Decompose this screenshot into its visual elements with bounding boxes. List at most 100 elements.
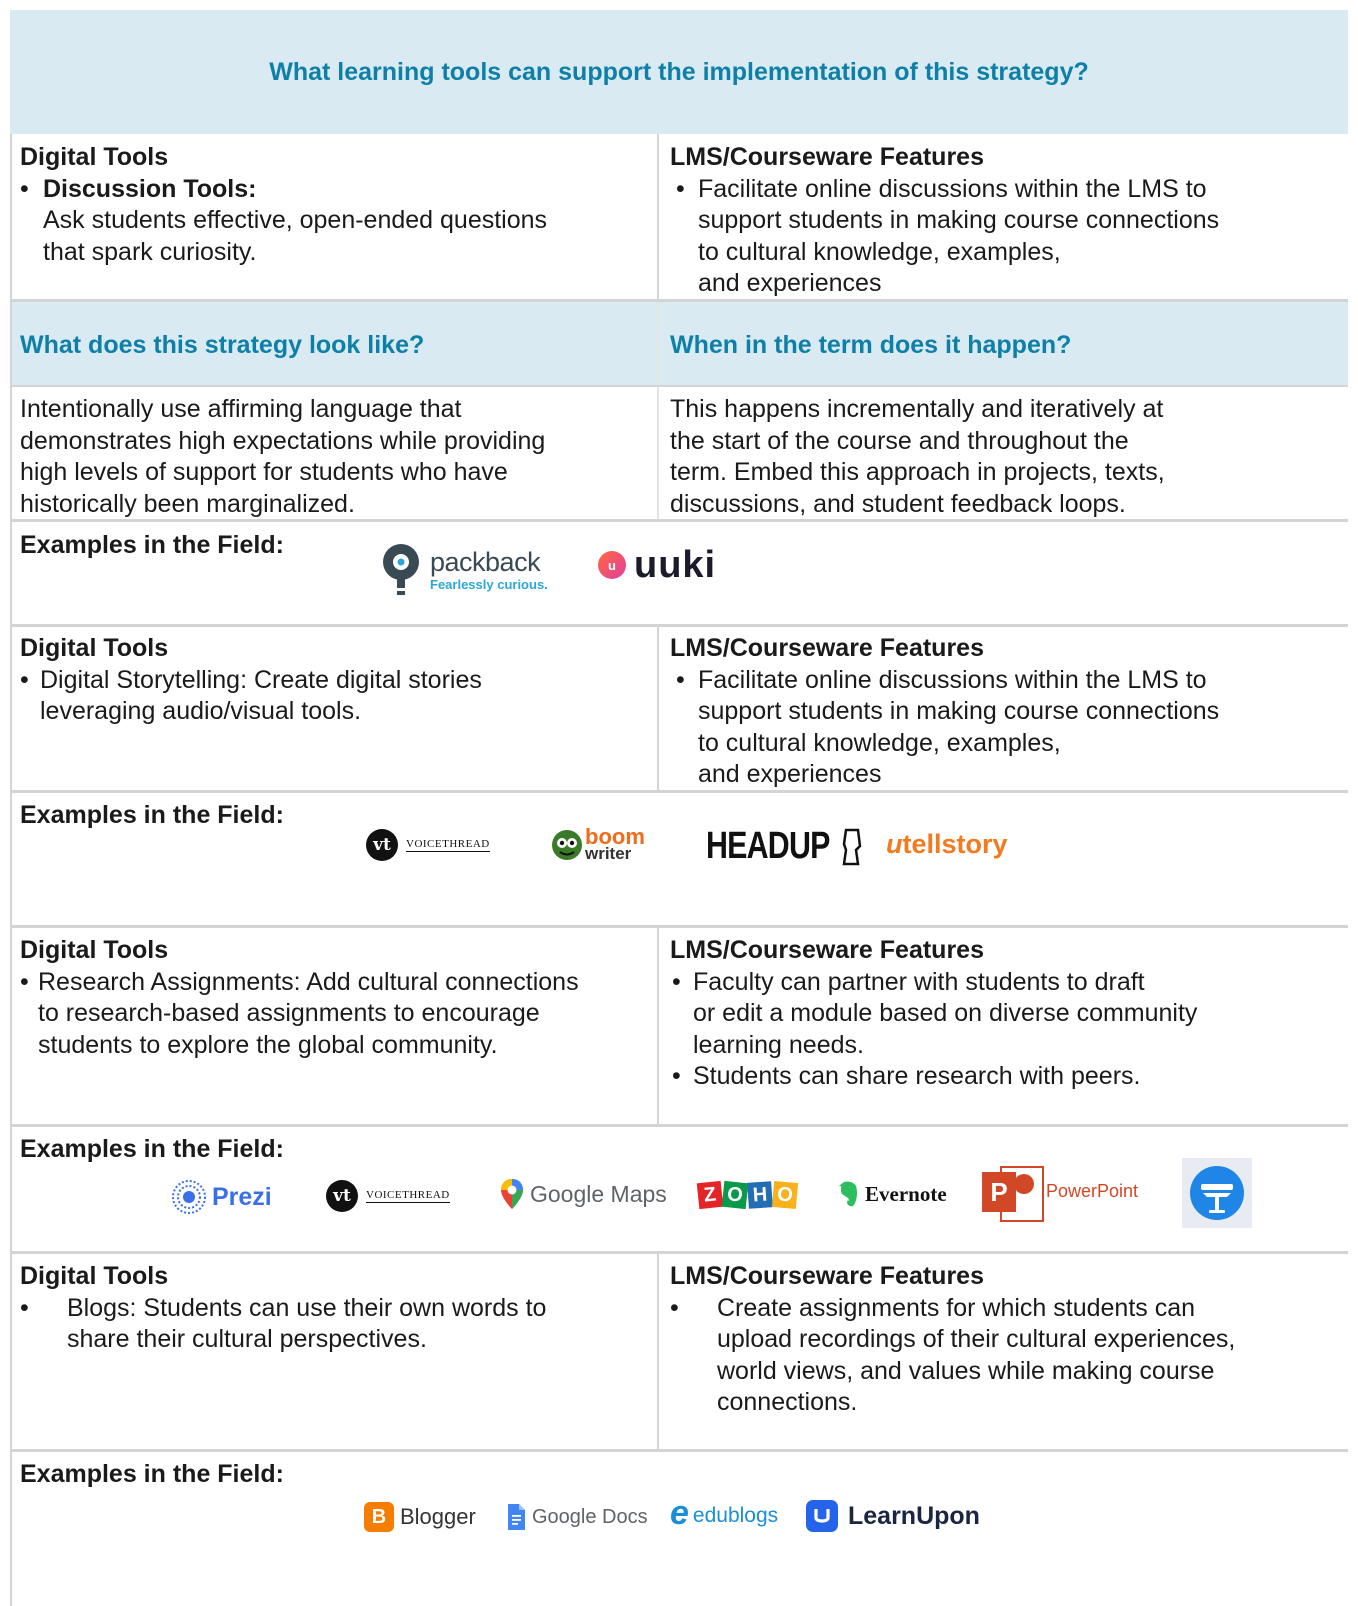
answer-line: historically been marginalized. — [20, 489, 355, 518]
prezi-icon — [172, 1180, 206, 1214]
bullet-text: world views, and values while making cou… — [717, 1356, 1215, 1385]
headup-name: HEADUP — [706, 825, 830, 867]
prezi-logo: Prezi — [172, 1180, 272, 1214]
bullet-icon: • — [20, 174, 29, 203]
answer-line: high levels of support for students who … — [20, 458, 508, 486]
section2-digital-tools: Digital Tools • Digital Storytelling: Cr… — [10, 633, 655, 728]
packback-tagline: Fearlessly curious. — [430, 577, 548, 592]
packback-icon — [383, 544, 419, 595]
voicethread-logo: vt VOICETHREAD — [366, 829, 490, 861]
blogger-logo: B Blogger — [364, 1502, 476, 1532]
answer-line: Intentionally use affirming language tha… — [20, 395, 462, 423]
zoho-letter: H — [747, 1181, 773, 1209]
section4-lms-features: LMS/Courseware Features • Create assignm… — [660, 1261, 1350, 1419]
section-header: LMS/Courseware Features — [670, 936, 984, 964]
bullet-text: students to explore the global community… — [38, 1030, 498, 1059]
list-item: • Digital Storytelling: Create digital s… — [20, 665, 655, 728]
bullet-text: Create assignments for which students ca… — [717, 1293, 1196, 1322]
edublogs-e: e — [670, 1494, 689, 1532]
google-docs-icon — [508, 1504, 525, 1530]
section-header: LMS/Courseware Features — [670, 1262, 984, 1290]
bullet-icon: • — [676, 174, 685, 203]
bullet-icon: • — [672, 967, 681, 996]
page-title: What learning tools can support the impl… — [269, 58, 1089, 86]
zoho-letter: O — [771, 1181, 799, 1209]
row-rule — [10, 1449, 1348, 1452]
list-item: • Faculty can partner with students to d… — [670, 967, 1350, 1062]
bullet-text: Research Assignments: Add cultural conne… — [38, 967, 579, 996]
packback-name: packback — [430, 547, 541, 577]
bullet-icon: • — [20, 967, 29, 996]
map-pin-icon — [501, 1179, 523, 1209]
bullet-text: Students can share research with peers. — [693, 1062, 1141, 1090]
zoho-logo: Z O H O — [696, 1180, 799, 1210]
column-divider — [657, 928, 659, 1124]
zoho-letter: O — [721, 1180, 749, 1210]
bullet-text: to research-based assignments to encoura… — [38, 999, 540, 1027]
list-item: • Facilitate online discussions within t… — [670, 174, 1350, 300]
bullet-text: support students in making course connec… — [698, 206, 1220, 234]
list-item: • Create assignments for which students … — [670, 1293, 1350, 1419]
examples-label: Examples in the Field: — [20, 1135, 284, 1163]
google-maps-logo: Google Maps — [500, 1178, 667, 1210]
section3-digital-tools: Digital Tools • Research Assignments: Ad… — [10, 935, 655, 1061]
bullet-text: and experiences — [698, 760, 882, 788]
section-header: Digital Tools — [20, 143, 169, 171]
bullet-icon: • — [676, 665, 685, 694]
voicethread-icon: vt — [326, 1180, 358, 1212]
bullet-text: that spark curiosity. — [43, 237, 257, 266]
section2-lms-features: LMS/Courseware Features • Facilitate onl… — [660, 633, 1350, 791]
uuki-name: uuki — [634, 544, 717, 586]
bullet-icon: • — [672, 1062, 681, 1090]
learnupon-name: LearnUpon — [848, 1501, 980, 1530]
bullet-text: Facilitate online discussions within the… — [698, 174, 1207, 203]
bullet-text: Blogs: Students can use their own words … — [67, 1293, 547, 1322]
question-look-like: What does this strategy look like? — [20, 331, 425, 359]
google-maps-name: Google Maps — [530, 1180, 667, 1207]
row-rule — [10, 1124, 1348, 1127]
section-header: Digital Tools — [20, 1262, 169, 1290]
section-header: Digital Tools — [20, 936, 169, 964]
answer-line: This happens incrementally and iterative… — [670, 395, 1164, 423]
bullet-text: support students in making course connec… — [698, 697, 1220, 725]
answer-when: This happens incrementally and iterative… — [660, 394, 1350, 520]
edublogs-logo: e edublogs — [670, 1496, 778, 1530]
evernote-name: Evernote — [865, 1181, 947, 1206]
column-divider — [657, 302, 659, 519]
google-docs-logo: Google Docs — [506, 1503, 648, 1531]
keynote-icon — [1190, 1166, 1244, 1220]
voicethread-name: VOICETHREAD — [406, 838, 490, 852]
bullet-icon: • — [20, 1293, 29, 1322]
row-rule — [10, 925, 1348, 928]
evernote-logo: Evernote — [838, 1180, 947, 1208]
headup-logo: HEADUP — [706, 826, 866, 866]
bullet-text: to cultural knowledge, examples, — [698, 728, 1061, 757]
answer-look-like: Intentionally use affirming language tha… — [10, 394, 655, 520]
bullet-text: Digital Storytelling: Create digital sto… — [40, 665, 482, 694]
bullet-text: and experiences — [698, 269, 882, 297]
section3-lms-features: LMS/Courseware Features • Faculty can pa… — [660, 935, 1350, 1093]
answer-line: demonstrates high expectations while pro… — [20, 426, 546, 455]
bullet-icon: • — [670, 1293, 679, 1322]
headup-statue-icon — [843, 828, 862, 866]
bullet-text: Ask students effective, open-ended quest… — [43, 206, 548, 234]
powerpoint-name: PowerPoint — [1046, 1180, 1139, 1201]
list-item: • Facilitate online discussions within t… — [670, 665, 1350, 791]
utellstory-logo: u tell story — [886, 831, 1008, 858]
voicethread-logo: vt VOICETHREAD — [326, 1180, 450, 1212]
row-rule — [10, 790, 1348, 793]
edublogs-name: edublogs — [692, 1504, 779, 1527]
row-rule — [10, 519, 1348, 522]
examples-label: Examples in the Field: — [20, 1460, 284, 1488]
list-item: • Students can share research with peers… — [670, 1061, 1350, 1093]
bullet-text: or edit a module based on diverse commun… — [693, 999, 1198, 1027]
section-header: LMS/Courseware Features — [670, 143, 984, 171]
column-divider — [657, 1254, 659, 1450]
utellstory-u: u — [886, 829, 903, 859]
answer-line: term. Embed this approach in projects, t… — [670, 458, 1165, 486]
voicethread-icon: vt — [366, 829, 398, 861]
section1-lms-features: LMS/Courseware Features • Facilitate onl… — [660, 142, 1350, 300]
learnupon-icon — [806, 1500, 838, 1532]
bullet-text: share their cultural perspectives. — [67, 1325, 427, 1353]
uuki-icon: u — [598, 551, 626, 579]
